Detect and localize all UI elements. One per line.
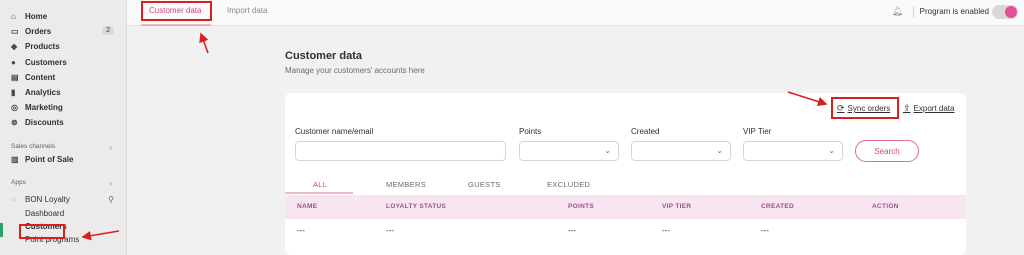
arrow-to-sync-orders	[787, 91, 828, 107]
arrow-to-customers-subitem	[81, 230, 120, 241]
annotation-arrows	[81, 32, 828, 241]
arrow-to-customer-data-tab	[199, 32, 209, 54]
